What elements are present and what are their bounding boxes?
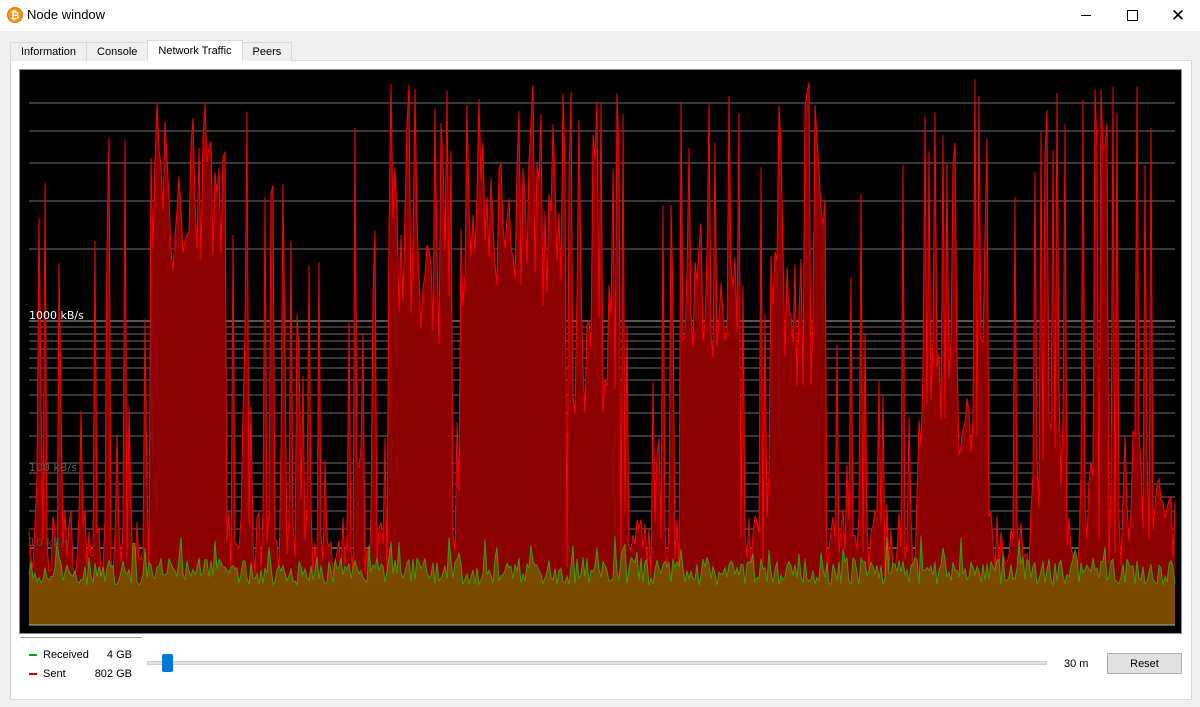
title-bar: ₿ Node window ✕ xyxy=(0,0,1200,31)
maximize-button[interactable] xyxy=(1109,0,1155,31)
window-title: Node window xyxy=(27,7,106,22)
tab-information[interactable]: Information xyxy=(10,42,88,61)
received-swatch xyxy=(29,654,37,656)
traffic-graph-canvas xyxy=(28,79,1176,626)
bitcoin-icon: ₿ xyxy=(7,7,23,23)
close-button[interactable]: ✕ xyxy=(1155,0,1200,31)
tab-bar: Information Console Network Traffic Peer… xyxy=(10,40,293,61)
time-range-slider-handle[interactable] xyxy=(162,654,173,672)
time-range-label: 30 m xyxy=(1064,658,1089,670)
sent-swatch xyxy=(29,673,37,675)
tab-console[interactable]: Console xyxy=(86,42,149,61)
tab-network-traffic[interactable]: Network Traffic xyxy=(147,40,243,61)
sent-area xyxy=(29,79,1175,625)
time-range-slider-track[interactable] xyxy=(147,661,1047,665)
traffic-graph: 1000 kB/s 100 kB/s 10 kB/s xyxy=(19,69,1182,634)
received-label: Received xyxy=(43,649,89,661)
minimize-icon xyxy=(1081,15,1091,16)
reset-button[interactable]: Reset xyxy=(1107,653,1182,674)
sent-total: 802 GB xyxy=(94,668,132,680)
sent-label: Sent xyxy=(43,668,66,680)
received-total: 4 GB xyxy=(106,649,132,661)
tab-peers[interactable]: Peers xyxy=(241,42,293,61)
close-icon: ✕ xyxy=(1170,6,1186,25)
legend-divider xyxy=(20,637,142,638)
minimize-button[interactable] xyxy=(1063,0,1109,31)
maximize-icon xyxy=(1126,10,1138,21)
